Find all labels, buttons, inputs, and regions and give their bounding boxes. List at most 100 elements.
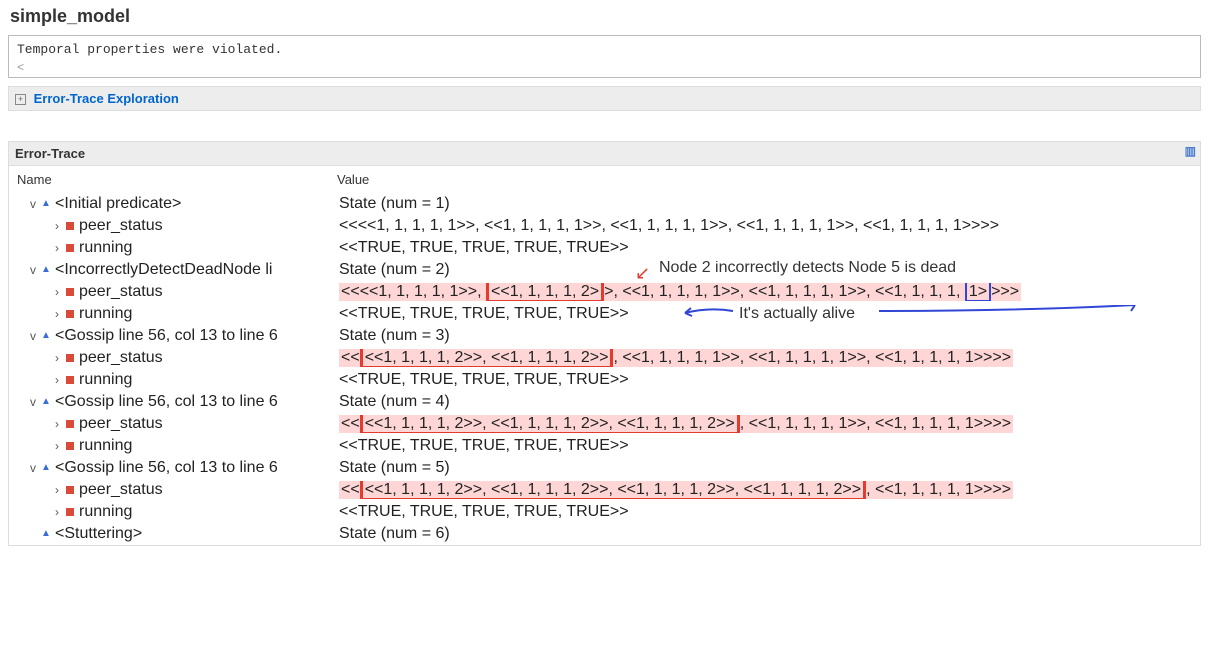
violation-message: Temporal properties were violated.: [17, 42, 1192, 57]
value-cell: State (num = 3): [339, 327, 1200, 345]
name-cell[interactable]: ›running: [9, 239, 339, 257]
twisty-closed-icon[interactable]: ›: [51, 483, 63, 497]
value-cell: State (num = 4): [339, 393, 1200, 411]
state-icon: ▲: [41, 528, 51, 538]
row-name-label: peer_status: [79, 481, 163, 498]
error-trace-exploration-header[interactable]: + Error-Trace Exploration: [8, 86, 1201, 111]
twisty-open-icon[interactable]: v: [27, 395, 39, 409]
table-row[interactable]: v▲ <Gossip line 56, col 13 to line 6 State…: [9, 457, 1200, 479]
name-cell[interactable]: v▲ <Gossip line 56, col 13 to line 6: [9, 459, 339, 477]
table-row[interactable]: ›running<<TRUE, TRUE, TRUE, TRUE, TRUE>>: [9, 369, 1200, 391]
twisty-closed-icon[interactable]: ›: [51, 219, 63, 233]
highlight-red: <<1, 1, 1, 1, 2>: [486, 283, 604, 301]
twisty-closed-icon[interactable]: ›: [51, 285, 63, 299]
row-name-label: <Gossip line 56, col 13 to line 6: [55, 459, 278, 476]
table-header: Name Value: [9, 166, 1200, 193]
twisty-closed-icon[interactable]: ›: [51, 439, 63, 453]
state-icon: ▲: [41, 330, 51, 340]
value-cell: <<TRUE, TRUE, TRUE, TRUE, TRUE>>: [339, 503, 1200, 521]
variable-icon: [66, 508, 74, 516]
variable-icon: [66, 310, 74, 318]
variable-icon: [66, 354, 74, 362]
table-row[interactable]: › running <<TRUE, TRUE, TRUE, TRUE, TRUE>>…: [9, 303, 1200, 325]
value-cell: <<<<1, 1, 1, 1, 2>>, <<1, 1, 1, 1, 2>>, …: [339, 481, 1200, 499]
table-row[interactable]: ›peer_status<<<<1, 1, 1, 1, 2>>, <<1, 1,…: [9, 413, 1200, 435]
value-text: State (num = 1): [339, 195, 450, 212]
table-row[interactable]: › peer_status <<<<1, 1, 1, 1, 2>>, <<1, 1,…: [9, 479, 1200, 501]
value-cell: State (num = 2)Node 2 incorrectly detect…: [339, 261, 1200, 279]
value-text: <<TRUE, TRUE, TRUE, TRUE, TRUE>>: [339, 503, 629, 520]
name-cell[interactable]: v▲<IncorrectlyDetectDeadNode li: [9, 261, 339, 279]
highlight-blue: 1>: [965, 283, 991, 301]
table-row[interactable]: v▲<IncorrectlyDetectDeadNode liState (nu…: [9, 259, 1200, 281]
table-row[interactable]: ›running<<TRUE, TRUE, TRUE, TRUE, TRUE>>: [9, 435, 1200, 457]
value-text: <<<<1, 1, 1, 1, 2>>, <<1, 1, 1, 1, 2>>, …: [339, 415, 1013, 433]
value-cell: State (num = 6): [339, 525, 1200, 543]
highlight-red: <<1, 1, 1, 1, 2>>, <<1, 1, 1, 1, 2>>: [360, 349, 614, 367]
column-name[interactable]: Name: [17, 172, 337, 187]
table-row[interactable]: v▲<Gossip line 56, col 13 to line 6State…: [9, 391, 1200, 413]
nav-back[interactable]: <: [17, 61, 1192, 75]
twisty-open-icon[interactable]: v: [27, 263, 39, 277]
value-text: <<<<1, 1, 1, 1, 1>>, <<1, 1, 1, 1, 2>>, …: [339, 283, 1021, 301]
section-label: Error-Trace Exploration: [34, 91, 179, 106]
page-title: simple_model: [0, 0, 1209, 35]
table-row[interactable]: ›running<<TRUE, TRUE, TRUE, TRUE, TRUE>>: [9, 237, 1200, 259]
twisty-closed-icon[interactable]: ›: [51, 417, 63, 431]
value-cell: <<TRUE, TRUE, TRUE, TRUE, TRUE>>It's act…: [339, 305, 1200, 323]
name-cell[interactable]: ›running: [9, 503, 339, 521]
row-name-label: <Initial predicate>: [55, 195, 181, 212]
value-cell: <<<<1, 1, 1, 1, 2>>, <<1, 1, 1, 1, 2>>, …: [339, 415, 1200, 433]
name-cell[interactable]: ›running: [9, 437, 339, 455]
twisty-open-icon[interactable]: v: [27, 329, 39, 343]
name-cell[interactable]: ▲ <Stuttering>: [9, 525, 339, 543]
twisty-open-icon[interactable]: v: [27, 197, 39, 211]
state-icon: ▲: [41, 462, 51, 472]
value-text: State (num = 6): [339, 525, 450, 542]
name-cell[interactable]: › peer_status: [9, 283, 339, 301]
value-text: State (num = 5): [339, 459, 450, 476]
value-text: <<<<1, 1, 1, 1, 2>>, <<1, 1, 1, 1, 2>>, …: [339, 349, 1013, 367]
table-row[interactable]: v▲<Gossip line 56, col 13 to line 6State…: [9, 325, 1200, 347]
name-cell[interactable]: v▲<Initial predicate>: [9, 195, 339, 213]
section-label: Error-Trace: [15, 146, 85, 161]
arrow-red-icon: ↙: [635, 263, 650, 279]
twisty-closed-icon[interactable]: ›: [51, 373, 63, 387]
name-cell[interactable]: ›peer_status: [9, 415, 339, 433]
row-name-label: running: [79, 305, 132, 322]
state-icon: ▲: [41, 264, 51, 274]
name-cell[interactable]: ›running: [9, 371, 339, 389]
name-cell[interactable]: › running: [9, 305, 339, 323]
state-icon: ▲: [41, 396, 51, 406]
table-row[interactable]: › peer_status <<<<1, 1, 1, 1, 1>>, <<1, 1,…: [9, 281, 1200, 303]
twisty-closed-icon[interactable]: ›: [51, 241, 63, 255]
column-value[interactable]: Value: [337, 172, 1192, 187]
value-cell: <<TRUE, TRUE, TRUE, TRUE, TRUE>>: [339, 239, 1200, 257]
row-name-label: peer_status: [79, 217, 163, 234]
name-cell[interactable]: v▲<Gossip line 56, col 13 to line 6: [9, 327, 339, 345]
name-cell[interactable]: › peer_status: [9, 217, 339, 235]
row-name-label: <Stuttering>: [55, 525, 142, 542]
chart-icon[interactable]: ▥: [1185, 144, 1196, 158]
name-cell[interactable]: v▲<Gossip line 56, col 13 to line 6: [9, 393, 339, 411]
expand-icon[interactable]: +: [15, 94, 26, 105]
twisty-closed-icon[interactable]: ›: [51, 351, 63, 365]
twisty-open-icon[interactable]: v: [27, 461, 39, 475]
name-cell[interactable]: ›peer_status: [9, 349, 339, 367]
variable-icon: [66, 244, 74, 252]
table-row[interactable]: ›peer_status<<<<1, 1, 1, 1, 2>>, <<1, 1,…: [9, 347, 1200, 369]
value-text: State (num = 3): [339, 327, 450, 344]
variable-icon: [66, 442, 74, 450]
table-row[interactable]: ▲ <Stuttering> State (num = 6): [9, 523, 1200, 545]
value-text: <<TRUE, TRUE, TRUE, TRUE, TRUE>>: [339, 437, 629, 454]
value-text: <<<<1, 1, 1, 1, 2>>, <<1, 1, 1, 1, 2>>, …: [339, 481, 1013, 499]
variable-icon: [66, 222, 74, 230]
twisty-closed-icon[interactable]: ›: [51, 307, 63, 321]
table-row[interactable]: ›peer_status<<<<1, 1, 1, 1, 1>>, <<1, 1,…: [9, 215, 1200, 237]
twisty-closed-icon[interactable]: ›: [51, 505, 63, 519]
table-row[interactable]: ›running<<TRUE, TRUE, TRUE, TRUE, TRUE>>: [9, 501, 1200, 523]
name-cell[interactable]: › peer_status: [9, 481, 339, 499]
error-trace-header[interactable]: Error-Trace ▥: [8, 141, 1201, 166]
row-name-label: peer_status: [79, 283, 163, 300]
table-row[interactable]: v▲<Initial predicate>State (num = 1): [9, 193, 1200, 215]
